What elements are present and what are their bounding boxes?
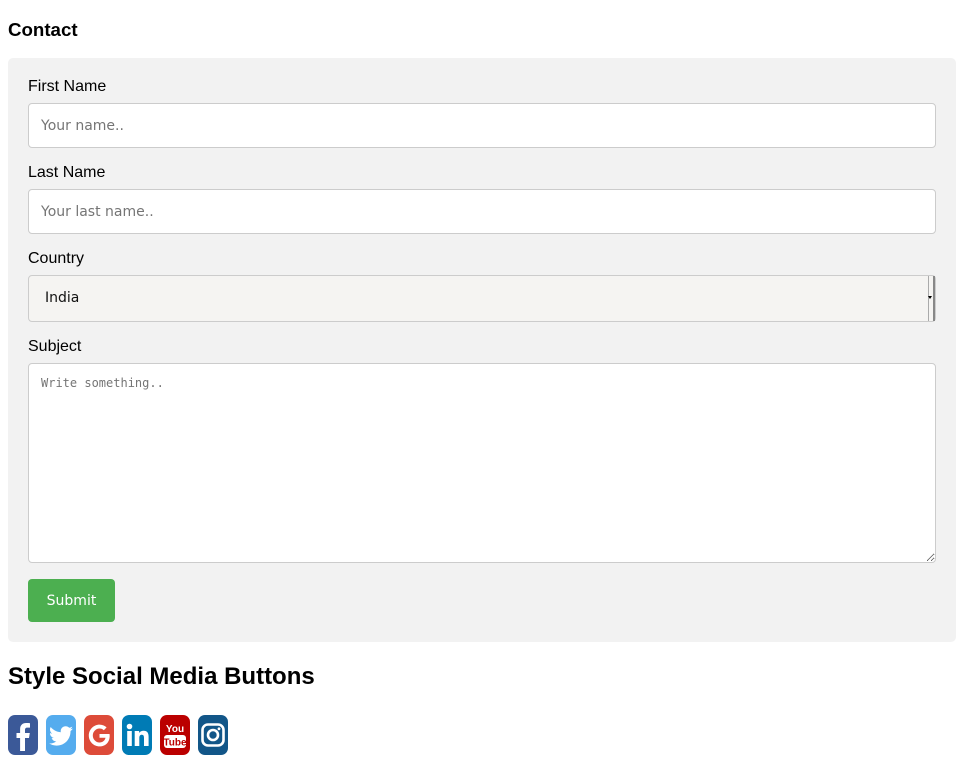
- first-name-input[interactable]: [28, 103, 936, 148]
- country-label: Country: [28, 250, 85, 267]
- first-name-label: First Name: [28, 78, 107, 95]
- country-select[interactable]: India: [28, 275, 936, 322]
- svg-text:You: You: [166, 724, 184, 735]
- last-name-label: Last Name: [28, 164, 106, 181]
- dropdown-arrow-icon[interactable]: [928, 276, 935, 321]
- contact-form: First Name Last Name Country India Subje…: [8, 58, 956, 642]
- google-icon[interactable]: [84, 715, 114, 755]
- submit-button[interactable]: Submit: [28, 579, 115, 622]
- youtube-icon[interactable]: You Tube: [160, 715, 190, 755]
- subject-label: Subject: [28, 338, 82, 355]
- social-buttons: You Tube: [8, 715, 956, 755]
- linkedin-icon[interactable]: [122, 715, 152, 755]
- contact-title: Contact: [8, 19, 78, 40]
- twitter-icon[interactable]: [46, 715, 76, 755]
- svg-text:Tube: Tube: [163, 738, 187, 749]
- subject-textarea[interactable]: [28, 363, 936, 563]
- page: Contact First Name Last Name Country Ind…: [0, 0, 964, 755]
- instagram-icon[interactable]: [198, 715, 228, 755]
- facebook-icon[interactable]: [8, 715, 38, 755]
- country-selected-value: India: [45, 290, 80, 306]
- last-name-input[interactable]: [28, 189, 936, 234]
- social-title: Style Social Media Buttons: [8, 663, 315, 690]
